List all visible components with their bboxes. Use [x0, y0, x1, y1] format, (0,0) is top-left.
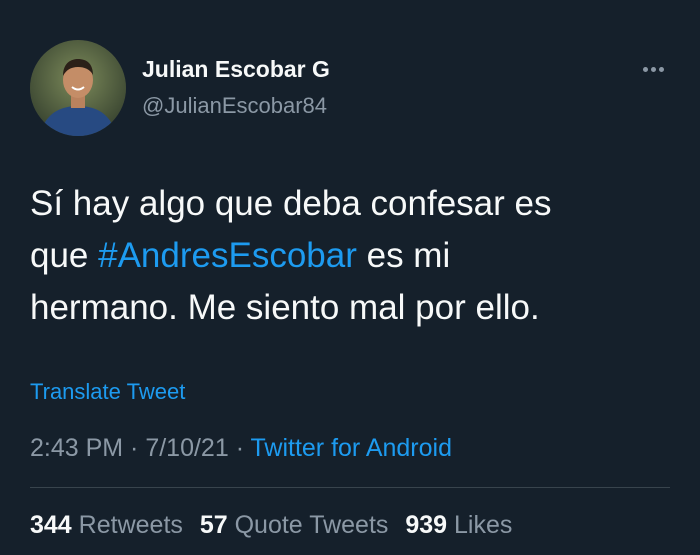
quotes-count: 57	[199, 511, 228, 539]
meta-separator: ·	[228, 434, 251, 462]
more-options-icon	[642, 66, 664, 72]
quotes-label: Quote Tweets	[234, 511, 389, 539]
tweet-line-2-suffix: es mi	[356, 236, 451, 275]
likes-count: 939	[405, 511, 448, 539]
profile-avatar[interactable]	[30, 40, 126, 136]
retweets-stat[interactable]: 344 Retweets	[30, 511, 183, 539]
retweets-count: 344	[30, 511, 72, 539]
more-options-button[interactable]	[636, 58, 670, 80]
retweets-label: Retweets	[78, 511, 183, 539]
tweet-line-1: Sí hay algo que deba confesar es	[30, 184, 552, 223]
likes-stat[interactable]: 939 Likes	[405, 511, 512, 539]
tweet-card: Julian Escobar G @JulianEscobar84 Sí hay…	[0, 0, 700, 555]
tweet-time[interactable]: 2:43 PM	[30, 434, 123, 462]
tweet-line-2-prefix: que	[30, 236, 99, 275]
author-handle[interactable]: @JulianEscobar84	[142, 93, 327, 119]
avatar-image	[30, 40, 126, 136]
tweet-line-3: hermano. Me siento mal por ello.	[30, 288, 540, 327]
meta-separator: ·	[123, 434, 146, 462]
author-name[interactable]: Julian Escobar G	[142, 56, 330, 83]
hashtag-link[interactable]: #AndresEscobar	[98, 236, 357, 275]
tweet-date[interactable]: 7/10/21	[145, 434, 228, 462]
tweet-meta: 2:43 PM · 7/10/21 · Twitter for Android	[30, 434, 452, 463]
tweet-source-link[interactable]: Twitter for Android	[251, 434, 452, 462]
tweet-line-2: que #AndresEscobar es mi	[30, 230, 670, 282]
translate-tweet-link[interactable]: Translate Tweet	[30, 379, 185, 405]
tweet-text: Sí hay algo que deba confesar es que #An…	[30, 178, 670, 334]
quote-tweets-stat[interactable]: 57 Quote Tweets	[200, 511, 389, 539]
likes-label: Likes	[454, 511, 513, 539]
tweet-stats: 344 Retweets 57 Quote Tweets 939 Likes	[30, 511, 522, 540]
divider	[30, 487, 670, 488]
